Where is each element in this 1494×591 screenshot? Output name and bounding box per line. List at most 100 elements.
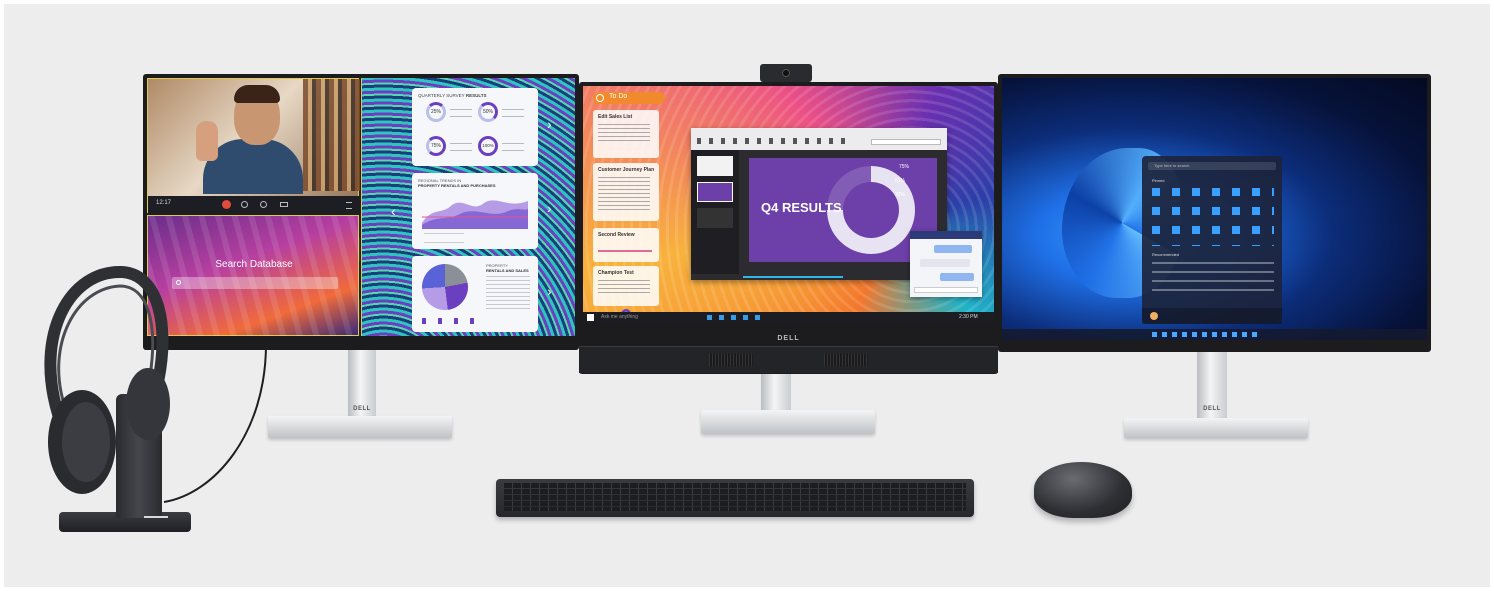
ring-caption-lines [450,109,472,117]
chat-bubble-3 [940,273,974,281]
survey-title-bold: RESULTS [465,93,487,98]
trends-legend [424,233,464,243]
keyboard-keys [504,483,966,511]
headset-stand-light [144,516,168,518]
ring-75: 75% [426,136,446,156]
speaker-grille-left [709,353,753,367]
ring-50: 50% [478,102,498,122]
search-database-input[interactable] [172,277,338,289]
center-monitor-base [701,410,875,434]
ring-50-label: 50% [482,109,493,115]
end-call-button[interactable] [222,200,231,209]
win10-taskbar: Ask me anything 2:30 PM [583,312,994,323]
todo-card-1-title: Edit Sales List [598,114,633,120]
menu-icon[interactable] [346,202,352,209]
start-menu: Type here to search Pinned Recommended [1142,156,1282,324]
ring-75-label: 75% [430,143,441,149]
slide-canvas: Q4 RESULTS 75% 51% 32% [749,158,937,262]
todo-icon [596,94,604,102]
ring-100: 100% [478,136,498,156]
start-button[interactable] [587,314,594,321]
settings-icon[interactable] [241,201,248,208]
chat-input[interactable] [914,287,978,293]
right-monitor-neck [1197,349,1227,427]
left-monitor-screen: 12:17 Search Database ‹ › › › QUARTERLY … [147,78,575,336]
ring-caption-lines-4 [502,143,524,151]
pinned-apps-grid[interactable] [1152,188,1274,246]
right-monitor-base [1124,418,1308,438]
pie-title-line2: RENTALS AND SALES [486,268,529,273]
playback-bar[interactable] [743,276,843,278]
ring-caption-lines-2 [502,109,524,117]
chat-window [910,231,982,297]
ribbon-search[interactable] [871,139,941,145]
todo-card-4-body [598,280,650,296]
todo-card-2[interactable]: Customer Journey Plan [593,163,659,221]
slide-label-75: 75% [899,164,910,170]
todo-card-4[interactable]: Champion Test [593,266,659,306]
todo-card-2-body [598,177,650,211]
camera-icon[interactable] [280,202,288,207]
mouse [1034,462,1132,518]
pie-body-text [486,276,530,310]
prev-arrow-icon[interactable]: ‹ [391,203,396,219]
call-time: 12:17 [156,200,172,206]
property-pie-card: PROPERTY RENTALS AND SALES [412,256,538,332]
next-arrow-icon-3[interactable]: › [547,283,552,299]
regional-trends-card: REGIONAL TRENDS IN PROPERTY RENTALS AND … [412,173,538,249]
raised-hand [196,121,218,161]
taskbar-app-icons [707,315,767,320]
todo-card-2-title: Customer Journey Plan [598,167,655,173]
recommended-label: Recommended [1152,252,1180,257]
mic-icon[interactable] [260,201,267,208]
survey-results-card: QUARTERLY SURVEY RESULTS 25% 50% 75% 100… [412,88,538,166]
keyboard [496,479,974,517]
chat-bubble-2 [920,259,970,267]
recommended-files[interactable] [1152,262,1274,298]
left-monitor-base [268,416,452,438]
area-chart-graphic [422,200,528,229]
next-arrow-icon-2[interactable]: › [547,200,552,216]
survey-title-prefix: QUARTERLY SURVEY [418,93,465,98]
thumb-3[interactable] [697,208,733,228]
pie-graphic [422,264,468,310]
next-arrow-icon-1[interactable]: › [547,116,552,132]
presentation-window: Q4 RESULTS 75% 51% 32% [691,128,947,280]
ring-25: 25% [426,102,446,122]
pie-legend [422,318,482,324]
right-monitor-screen: Type here to search Pinned Recommended [1002,78,1427,340]
todo-card-1[interactable]: Edit Sales List [593,110,659,158]
ring-100-label: 100% [482,143,494,148]
todo-card-3[interactable]: Second Review [593,228,659,262]
taskbar-clock: 2:30 PM [959,314,978,320]
win11-taskbar [1002,329,1427,340]
todo-card-1-body [598,124,650,142]
slide-label-51: 51% [895,178,906,184]
speaker-grille-right [824,353,868,367]
right-monitor: Type here to search Pinned Recommended [998,74,1431,352]
right-stand-logo: DELL [1203,406,1221,412]
ribbon [691,128,947,150]
thumb-2[interactable] [697,182,733,202]
soundbar [579,346,998,373]
win11-taskbar-icons[interactable] [1152,332,1262,337]
start-search-placeholder: Type here to search [1154,163,1190,168]
taskbar-search-input[interactable]: Ask me anything [601,314,701,320]
todo-card-4-title: Champion Test [598,270,634,276]
headset-cable [163,344,267,503]
person-hair [234,85,280,103]
slide-ring-inner [843,182,899,238]
left-monitor: 12:17 Search Database ‹ › › › QUARTERLY … [143,74,579,350]
todo-header[interactable]: To Do [593,92,665,104]
todo-header-label: To Do [609,93,628,100]
ring-25-label: 25% [430,109,441,115]
start-search-input[interactable]: Type here to search [1148,162,1276,170]
todo-card-3-bar [598,250,652,252]
trends-title-line2: PROPERTY RENTALS AND PURCHASES [418,183,496,188]
person-figure [203,139,303,194]
thumb-1[interactable] [697,156,733,176]
user-row[interactable] [1142,308,1282,324]
center-bezel-logo: DELL [777,335,800,342]
ribbon-icons [697,138,847,144]
center-monitor-screen: To Do Edit Sales List Customer Journey P… [583,86,994,323]
